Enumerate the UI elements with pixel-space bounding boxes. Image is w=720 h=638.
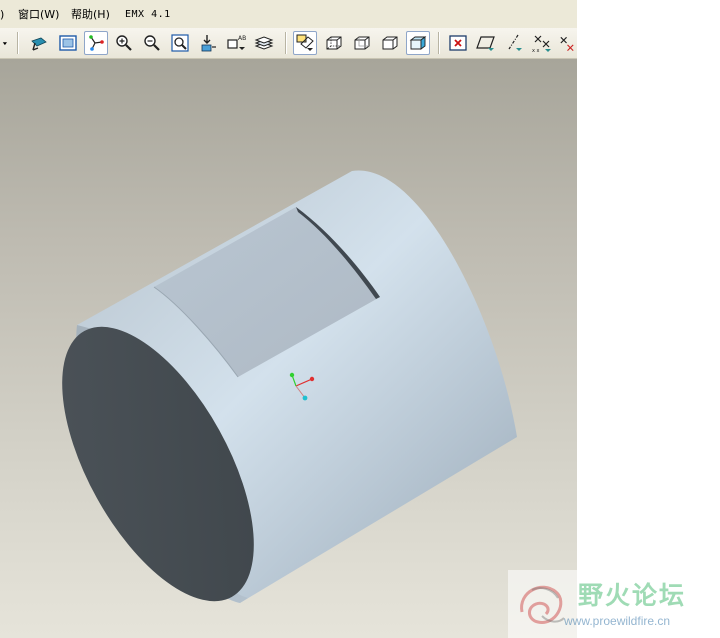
spin-center-icon xyxy=(89,35,104,51)
toolbar-separator xyxy=(285,32,286,54)
toolbar-dropdown-button[interactable] xyxy=(0,31,14,55)
view-toolbar: AB x x xyxy=(0,28,577,59)
graphics-viewport[interactable] xyxy=(0,59,577,638)
datum-display-button[interactable] xyxy=(446,31,470,55)
menu-label: 帮助 xyxy=(71,8,93,21)
zoom-fit-icon xyxy=(171,34,189,52)
coordinate-system-icon xyxy=(560,36,574,52)
menu-accelerator: (H) xyxy=(93,8,110,21)
saved-views-icon: AB xyxy=(227,35,246,50)
repaint-icon xyxy=(31,37,47,51)
shading-button[interactable] xyxy=(378,31,402,55)
svg-text:AB: AB xyxy=(238,35,246,42)
menu-item-emx[interactable]: EMX 4.1 xyxy=(125,8,171,22)
menu-label: 窗口 xyxy=(18,8,40,21)
shaded-icon xyxy=(409,36,427,50)
datum-point-icon: x x xyxy=(532,35,551,53)
datum-axis-button[interactable] xyxy=(502,31,526,55)
menu-accelerator: (W) xyxy=(40,8,60,21)
refit-button[interactable] xyxy=(56,31,80,55)
toolbar-separator xyxy=(17,32,18,54)
spin-center-button[interactable] xyxy=(84,31,108,55)
shading-icon xyxy=(382,36,398,50)
zoom-out-icon xyxy=(144,35,160,51)
no-hidden-icon xyxy=(354,36,370,50)
dropdown-arrow-icon xyxy=(2,42,7,46)
menu-item-window[interactable]: 窗口(W) xyxy=(18,8,59,22)
layers-icon xyxy=(254,36,274,50)
watermark-title: 野火论坛 xyxy=(578,581,687,610)
watermark-url: www.proewildfire.cn xyxy=(564,614,671,628)
hidden-line-icon xyxy=(326,36,342,50)
menu-label: EMX 4.1 xyxy=(125,9,171,20)
datum-point-button[interactable]: x x xyxy=(530,31,554,55)
saved-views-button[interactable]: AB xyxy=(224,31,248,55)
datum-axis-icon xyxy=(508,34,522,51)
menu-bar: ) 窗口(W) 帮助(H) EMX 4.1 xyxy=(0,0,577,29)
forum-watermark: 野火论坛 www.proewildfire.cn xyxy=(508,570,720,638)
no-hidden-button[interactable] xyxy=(350,31,374,55)
pro-e-window: ) 窗口(W) 帮助(H) EMX 4.1 AB x x xyxy=(0,0,577,638)
menu-item-help[interactable]: 帮助(H) xyxy=(71,8,110,22)
wireframe-icon xyxy=(296,34,314,51)
wireframe-button[interactable] xyxy=(293,31,317,55)
zoom-out-button[interactable] xyxy=(140,31,164,55)
hidden-line-button[interactable] xyxy=(322,31,346,55)
zoom-in-icon xyxy=(116,35,132,51)
reorient-button[interactable] xyxy=(196,31,220,55)
menu-item-partial[interactable]: ) xyxy=(0,8,4,22)
shaded-button[interactable] xyxy=(406,31,430,55)
cylinder-part-model xyxy=(62,170,517,603)
layers-button[interactable] xyxy=(252,31,276,55)
zoom-fit-button[interactable] xyxy=(168,31,192,55)
refit-icon xyxy=(59,35,77,51)
datum-plane-icon xyxy=(476,36,495,51)
reorient-icon xyxy=(201,35,216,52)
zoom-in-button[interactable] xyxy=(112,31,136,55)
datum-display-icon xyxy=(449,35,467,51)
coordinate-system-button[interactable] xyxy=(558,31,577,55)
menu-label: ) xyxy=(0,8,5,21)
svg-text:x x: x x xyxy=(532,48,540,53)
datum-plane-button[interactable] xyxy=(474,31,498,55)
repaint-button[interactable] xyxy=(27,31,51,55)
toolbar-separator xyxy=(438,32,439,54)
